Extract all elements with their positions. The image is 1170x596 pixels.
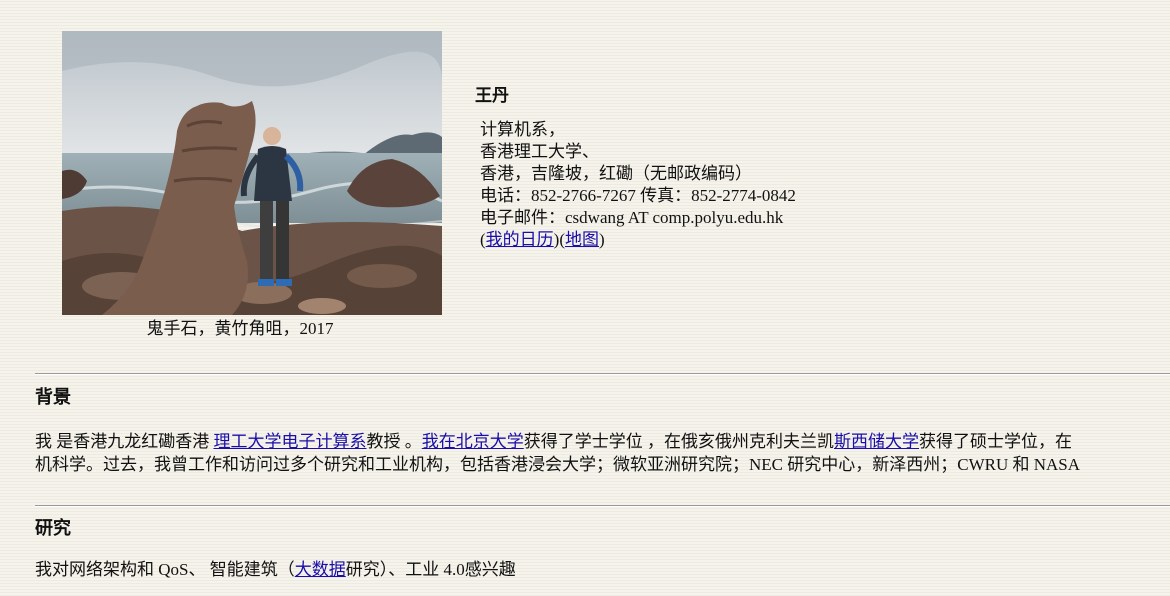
email-line: 电子邮件：csdwang AT comp.polyu.edu.hk <box>480 208 784 227</box>
paren-mid: )( <box>553 230 565 249</box>
background-text-d: 获得了硕士学位，在 <box>919 432 1072 451</box>
peking-university-link[interactable]: 我在北京大学 <box>422 432 524 451</box>
phone-fax-line: 电话：852-2766-7267 传真：852-2774-0842 <box>480 186 796 205</box>
background-text-c: 获得了学士学位 ，在俄亥俄州克利夫兰凯 <box>523 432 834 451</box>
university-line: 香港理工大学、 <box>480 142 599 161</box>
research-text-b: 研究）、工业 4.0感兴趣 <box>345 560 516 579</box>
profile-photo-block: 鬼手石，黄竹角咀，2017 <box>62 31 442 338</box>
case-western-link[interactable]: 斯西储大学 <box>834 432 919 451</box>
contact-block: 王丹 计算机系， 香港理工大学、 香港，吉隆坡，红磡（无邮政编码） 电话：852… <box>475 85 796 251</box>
research-heading: 研究 <box>35 518 71 538</box>
divider-research <box>35 505 1170 507</box>
calendar-map-links: (我的日历)(地图) <box>480 229 796 251</box>
background-heading: 背景 <box>35 387 71 407</box>
address-line: 香港，吉隆坡，红磡（无邮政编码） <box>480 164 752 183</box>
divider-background <box>35 373 1170 375</box>
background-text-a: 我 是香港九龙红磡香港 <box>35 432 214 451</box>
background-paragraph-line2: 机科学。过去，我曾工作和访问过多个研究和工业机构，包括香港浸会大学；微软亚洲研究… <box>35 455 1081 474</box>
big-data-link[interactable]: 大数据 <box>295 560 346 579</box>
calendar-link[interactable]: 我的日历 <box>486 230 554 249</box>
background-text-b: 教授 。 <box>366 432 422 451</box>
profile-photo <box>62 31 442 315</box>
research-text-a: 我对网络架构和 QoS、 智能建筑（ <box>35 560 295 579</box>
photo-caption: 鬼手石，黄竹角咀，2017 <box>146 319 334 338</box>
person-name: 王丹 <box>475 86 509 105</box>
map-link[interactable]: 地图 <box>565 230 599 249</box>
polyu-computing-link[interactable]: 理工大学电子计算系 <box>214 432 367 451</box>
background-paragraph-line1: 我 是香港九龙红磡香港 理工大学电子计算系教授 。我在北京大学获得了学士学位 ，… <box>35 430 1072 453</box>
paren-close: ) <box>599 230 605 249</box>
department-line: 计算机系， <box>480 120 565 139</box>
research-paragraph: 我对网络架构和 QoS、 智能建筑（大数据研究）、工业 4.0感兴趣 <box>35 558 516 581</box>
